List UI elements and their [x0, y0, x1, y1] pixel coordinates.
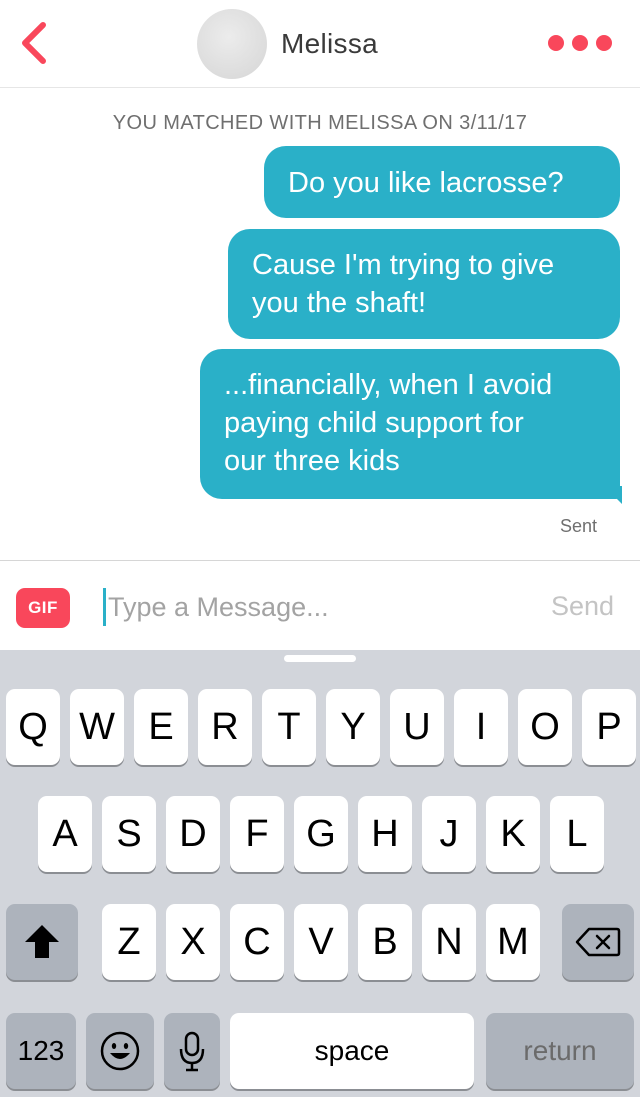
message-text: Do you like lacrosse?: [288, 167, 564, 199]
contact-name[interactable]: Melissa: [281, 28, 378, 60]
numbers-key[interactable]: 123: [6, 1013, 76, 1089]
backspace-icon: [575, 927, 621, 957]
more-dots-icon: [548, 35, 564, 51]
key-s[interactable]: S: [102, 796, 156, 872]
message-bubble[interactable]: Do you like lacrosse?: [264, 146, 620, 218]
key-n[interactable]: N: [422, 904, 476, 980]
key-v[interactable]: V: [294, 904, 348, 980]
keyboard: Q W E R T Y U I O P A S D F G H J K L Z …: [0, 650, 640, 1097]
sent-status: Sent: [560, 516, 598, 536]
more-dots-icon: [596, 35, 612, 51]
key-h[interactable]: H: [358, 796, 412, 872]
key-d[interactable]: D: [166, 796, 220, 872]
key-r[interactable]: R: [198, 689, 252, 765]
back-button[interactable]: [14, 18, 54, 68]
keyboard-handle[interactable]: [284, 655, 356, 662]
match-banner: YOU MATCHED WITH MELISSA ON 3/11/17: [112, 112, 528, 134]
delete-key[interactable]: [562, 904, 634, 980]
emoji-key[interactable]: [86, 1013, 154, 1089]
key-c[interactable]: C: [230, 904, 284, 980]
key-m[interactable]: M: [486, 904, 540, 980]
shift-icon: [25, 925, 59, 958]
message-bubble[interactable]: ...financially, when I avoid paying chil…: [200, 349, 620, 499]
message-text: Cause I'm trying to give: [252, 249, 555, 281]
more-dots-icon: [572, 35, 588, 51]
text-cursor: [103, 588, 106, 626]
key-o[interactable]: O: [518, 689, 572, 765]
send-button[interactable]: Send: [551, 591, 614, 622]
chat-screen: Melissa YOU MATCHED WITH MELISSA ON 3/11…: [0, 0, 640, 1097]
key-p[interactable]: P: [582, 689, 636, 765]
key-k[interactable]: K: [486, 796, 540, 872]
message-input[interactable]: [108, 585, 528, 629]
emoji-icon: [100, 1031, 140, 1071]
key-q[interactable]: Q: [6, 689, 60, 765]
more-options-button[interactable]: [548, 30, 612, 56]
key-a[interactable]: A: [38, 796, 92, 872]
message-text: our three kids: [224, 445, 400, 477]
space-key[interactable]: space: [230, 1013, 474, 1089]
shift-key[interactable]: [6, 904, 78, 980]
key-f[interactable]: F: [230, 796, 284, 872]
dictation-key[interactable]: [164, 1013, 220, 1089]
key-i[interactable]: I: [454, 689, 508, 765]
chevron-left-icon: [22, 22, 46, 64]
key-g[interactable]: G: [294, 796, 348, 872]
key-e[interactable]: E: [134, 689, 188, 765]
microphone-icon: [179, 1031, 205, 1072]
key-l[interactable]: L: [550, 796, 604, 872]
gif-button[interactable]: GIF: [16, 588, 70, 628]
return-key[interactable]: return: [486, 1013, 634, 1089]
key-j[interactable]: J: [422, 796, 476, 872]
key-x[interactable]: X: [166, 904, 220, 980]
key-t[interactable]: T: [262, 689, 316, 765]
key-z[interactable]: Z: [102, 904, 156, 980]
message-text: paying child support for: [224, 407, 524, 439]
message-text: you the shaft!: [252, 287, 427, 319]
key-b[interactable]: B: [358, 904, 412, 980]
key-u[interactable]: U: [390, 689, 444, 765]
key-w[interactable]: W: [70, 689, 124, 765]
avatar[interactable]: [197, 9, 267, 79]
chat-header: Melissa: [0, 0, 640, 88]
message-bubble[interactable]: Cause I'm trying to give you the shaft!: [228, 229, 620, 339]
message-text: ...financially, when I avoid: [224, 369, 553, 401]
key-y[interactable]: Y: [326, 689, 380, 765]
compose-bar: GIF Send: [0, 560, 640, 650]
